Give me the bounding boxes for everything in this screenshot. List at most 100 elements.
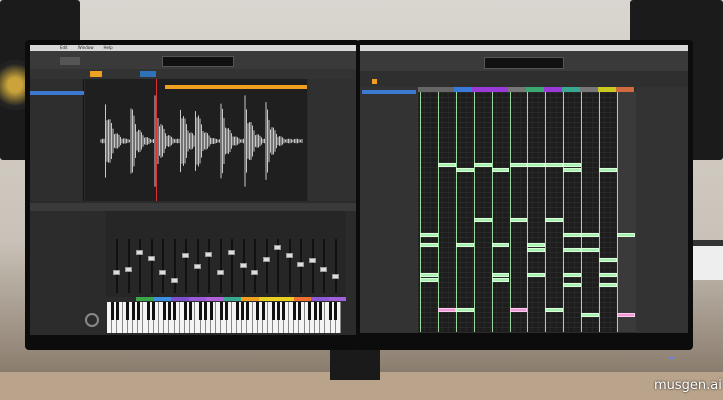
pitch-note[interactable] (491, 243, 510, 247)
pitch-note[interactable] (491, 278, 510, 282)
flex-button[interactable] (90, 71, 102, 77)
pitch-note[interactable] (527, 273, 546, 277)
selected-track[interactable] (30, 91, 84, 95)
black-key[interactable] (334, 302, 338, 320)
black-key[interactable] (115, 302, 119, 320)
pitch-note[interactable] (581, 313, 599, 317)
black-key[interactable] (188, 302, 192, 320)
black-key[interactable] (136, 302, 140, 320)
pitch-note[interactable] (563, 248, 582, 252)
snap-button[interactable] (140, 71, 156, 77)
channel-fader[interactable] (159, 269, 166, 275)
channel-fader[interactable] (124, 266, 132, 272)
channel-fader[interactable] (331, 274, 339, 279)
channel-fader[interactable] (170, 278, 178, 283)
channel-fader[interactable] (251, 269, 258, 275)
pitch-note[interactable] (491, 273, 510, 277)
pitch-note[interactable] (545, 163, 564, 167)
pitch-note[interactable] (527, 163, 546, 167)
black-key[interactable] (152, 302, 156, 320)
pitch-note[interactable] (473, 163, 492, 167)
pitch-note[interactable] (545, 218, 564, 222)
black-key[interactable] (235, 302, 239, 320)
channel-fader[interactable] (136, 250, 143, 255)
pitch-note[interactable] (527, 243, 546, 247)
channel-fader[interactable] (285, 253, 293, 258)
black-key[interactable] (162, 302, 166, 320)
black-key[interactable] (240, 302, 244, 320)
channel-fader[interactable] (228, 250, 235, 255)
pitch-note[interactable] (563, 168, 582, 172)
pitch-note[interactable] (473, 218, 492, 222)
channel-fader[interactable] (320, 266, 327, 272)
pitch-note[interactable] (420, 233, 438, 237)
pitch-note[interactable] (420, 273, 438, 277)
pitch-note[interactable] (491, 168, 510, 172)
black-key[interactable] (271, 302, 275, 320)
black-key[interactable] (147, 302, 151, 320)
pitch-note[interactable] (616, 313, 635, 317)
black-key[interactable] (209, 302, 213, 320)
channel-fader[interactable] (182, 253, 189, 258)
pitch-note[interactable] (509, 308, 528, 312)
selected-track[interactable] (362, 90, 416, 94)
pitch-note[interactable] (563, 163, 582, 167)
pitch-note[interactable] (581, 248, 599, 252)
black-key[interactable] (204, 302, 208, 320)
black-key[interactable] (199, 302, 203, 320)
pitch-note[interactable] (616, 233, 635, 237)
black-key[interactable] (256, 302, 260, 320)
black-key[interactable] (261, 302, 265, 320)
black-key[interactable] (282, 302, 286, 320)
pitch-note[interactable] (599, 283, 617, 287)
region-button[interactable] (372, 79, 377, 84)
black-key[interactable] (183, 302, 187, 320)
black-key[interactable] (318, 302, 322, 320)
pitch-note[interactable] (527, 248, 546, 252)
black-key[interactable] (173, 302, 177, 320)
black-key[interactable] (110, 302, 114, 320)
black-key[interactable] (329, 302, 333, 320)
channel-fader[interactable] (239, 262, 247, 268)
channel-fader[interactable] (205, 251, 212, 257)
pan-knob[interactable] (85, 313, 99, 327)
black-key[interactable] (131, 302, 135, 320)
pitch-note[interactable] (420, 278, 438, 282)
pitch-note[interactable] (545, 308, 564, 312)
channel-fader[interactable] (262, 256, 270, 262)
pitch-note[interactable] (599, 168, 617, 172)
piano-keyboard[interactable] (107, 302, 341, 333)
black-key[interactable] (167, 302, 171, 320)
pitch-note[interactable] (509, 163, 528, 167)
channel-fader[interactable] (216, 270, 224, 275)
channel-fader[interactable] (193, 264, 201, 269)
pitch-note[interactable] (581, 233, 599, 237)
pitch-note[interactable] (563, 273, 582, 277)
pitch-note[interactable] (509, 218, 528, 222)
pitch-note[interactable] (420, 243, 438, 247)
pitch-note[interactable] (599, 258, 617, 262)
pitch-note[interactable] (563, 233, 582, 237)
channel-fader[interactable] (297, 261, 304, 267)
channel-fader[interactable] (147, 255, 155, 261)
black-key[interactable] (292, 302, 296, 320)
pitch-note[interactable] (437, 308, 456, 312)
black-key[interactable] (308, 302, 312, 320)
black-key[interactable] (126, 302, 130, 320)
black-key[interactable] (225, 302, 229, 320)
pitch-note[interactable] (455, 168, 474, 172)
playhead[interactable] (156, 79, 158, 201)
channel-fader[interactable] (113, 270, 120, 275)
audio-waveform[interactable] (85, 91, 307, 191)
black-key[interactable] (313, 302, 317, 320)
region-bar[interactable] (165, 85, 307, 89)
channel-fader[interactable] (274, 245, 281, 250)
pitch-note[interactable] (455, 308, 474, 312)
pitch-note[interactable] (455, 243, 474, 247)
pitch-note[interactable] (437, 163, 456, 167)
play-button[interactable] (60, 57, 80, 65)
black-key[interactable] (219, 302, 223, 320)
pitch-note[interactable] (599, 273, 617, 277)
black-key[interactable] (245, 302, 249, 320)
black-key[interactable] (277, 302, 281, 320)
